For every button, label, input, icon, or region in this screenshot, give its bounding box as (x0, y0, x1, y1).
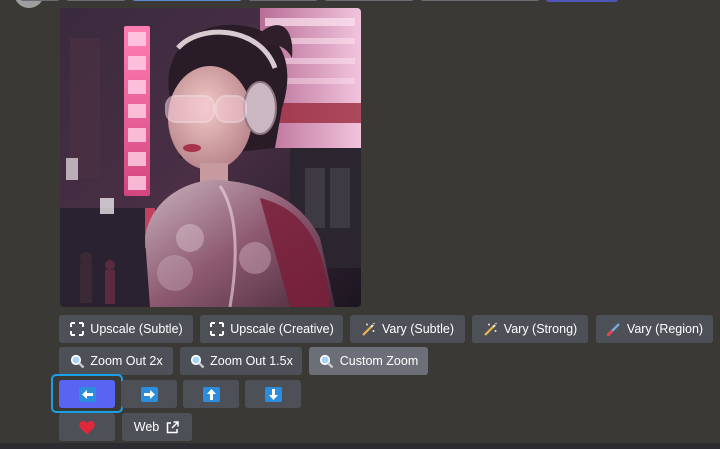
expand-icon (209, 321, 225, 337)
discord-message: Upscale (Subtle) Upscale (Creative) Vary… (0, 0, 720, 449)
paintbrush-icon (606, 321, 622, 337)
upscale-creative-button[interactable]: Upscale (Creative) (200, 315, 343, 343)
button-label: Zoom Out 2x (90, 354, 163, 368)
arrow-down-icon (264, 386, 282, 402)
favorite-button[interactable] (59, 413, 115, 441)
vary-region-button[interactable]: Vary (Region) (596, 315, 713, 343)
magic-wand-icon (483, 321, 499, 337)
pan-down-button[interactable] (245, 380, 301, 408)
prompt-text-fragment (420, 0, 540, 1)
magnifier-icon (189, 353, 205, 369)
vary-subtle-button[interactable]: Vary (Subtle) (350, 315, 465, 343)
custom-zoom-button[interactable]: Custom Zoom (309, 347, 428, 375)
expand-icon (69, 321, 85, 337)
button-label: Vary (Subtle) (381, 322, 454, 336)
external-link-icon (164, 419, 180, 435)
arrow-up-icon (202, 386, 220, 402)
button-label: Custom Zoom (339, 354, 419, 368)
button-label: Vary (Strong) (503, 322, 578, 336)
prompt-text-fragment (66, 0, 126, 1)
zoom-out-1-5x-button[interactable]: Zoom Out 1.5x (180, 347, 302, 375)
message-input-area-edge (0, 443, 720, 449)
button-label: Zoom Out 1.5x (210, 354, 293, 368)
button-label: Upscale (Creative) (230, 322, 334, 336)
magnifier-icon (69, 353, 85, 369)
generated-image[interactable] (60, 8, 361, 307)
prompt-text-fragment (324, 0, 414, 1)
zoom-out-2x-button[interactable]: Zoom Out 2x (59, 347, 173, 375)
magnifier-icon (319, 353, 335, 369)
prompt-text-fragment (20, 0, 60, 1)
cyberpunk-portrait-image (60, 8, 361, 307)
vary-strong-button[interactable]: Vary (Strong) (472, 315, 588, 343)
upscale-subtle-button[interactable]: Upscale (Subtle) (59, 315, 193, 343)
pan-left-button[interactable] (59, 380, 115, 408)
button-label: Upscale (Subtle) (90, 322, 183, 336)
arrow-right-icon (140, 386, 158, 402)
user-mention[interactable] (546, 0, 618, 2)
button-label: Vary (Region) (626, 322, 704, 336)
pan-up-button[interactable] (183, 380, 239, 408)
magic-wand-icon (361, 321, 377, 337)
message-header-line (20, 0, 618, 5)
button-label: Web (133, 420, 160, 434)
prompt-link-fragment[interactable] (132, 0, 242, 1)
arrow-left-icon (78, 386, 96, 402)
prompt-text-fragment (248, 0, 318, 1)
heart-icon (79, 419, 95, 435)
web-link-button[interactable]: Web (122, 413, 192, 441)
pan-right-button[interactable] (121, 380, 177, 408)
